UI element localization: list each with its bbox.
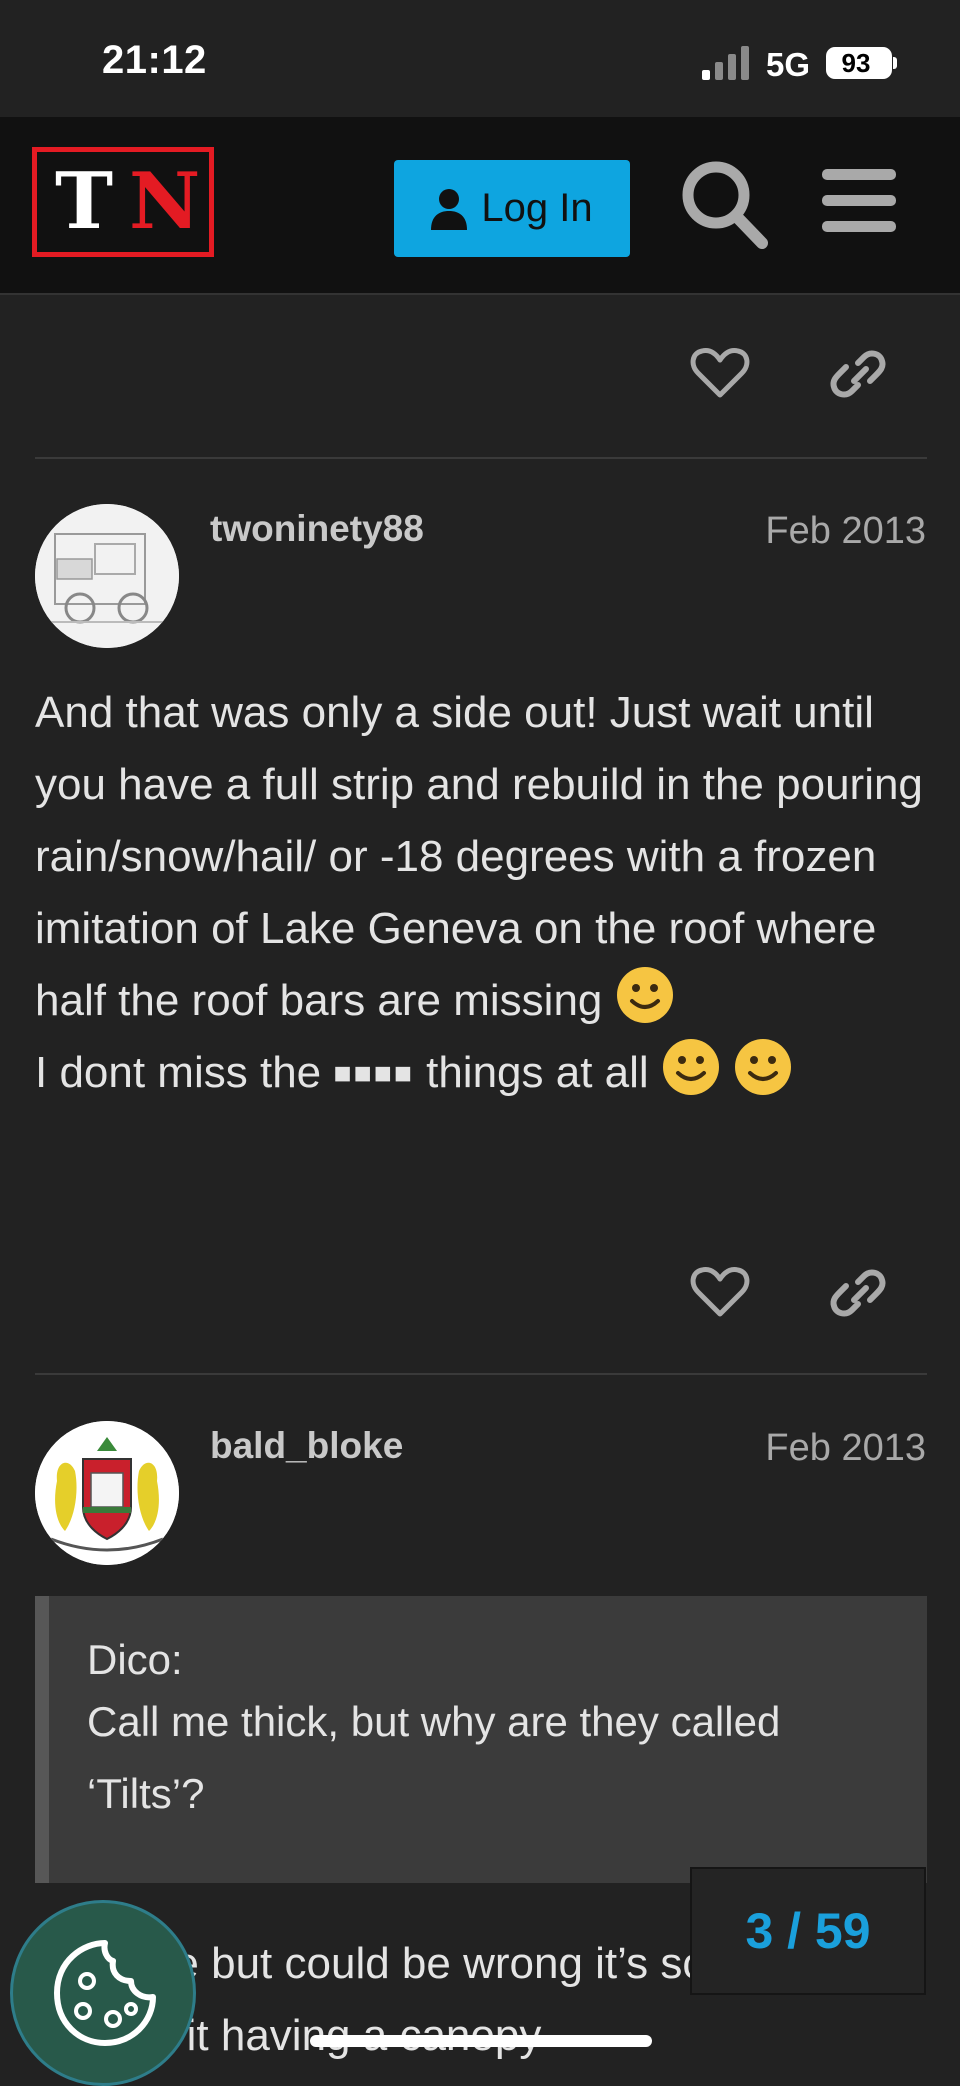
post-date[interactable]: Feb 2013	[765, 1427, 926, 1470]
post-divider	[35, 1373, 927, 1375]
clock: 21:12	[102, 38, 207, 82]
smile-emoji	[616, 967, 673, 1023]
battery-level: 93	[841, 48, 871, 78]
search-icon[interactable]	[680, 159, 768, 249]
avatar-bald-bloke[interactable]	[35, 1421, 179, 1565]
signal-icon	[702, 46, 749, 80]
heart-icon[interactable]	[690, 1262, 750, 1322]
battery-icon: 93	[826, 47, 892, 79]
quote-block: Dico: Call me thick, but why are they ca…	[35, 1596, 927, 1883]
post-position-counter[interactable]: 3 / 59	[690, 1867, 926, 1995]
logo-letter-n: N	[129, 156, 201, 247]
status-bar: 21:12 5G 93	[0, 0, 960, 117]
smile-emoji	[735, 1039, 792, 1095]
quote-author[interactable]: Dico:	[87, 1636, 183, 1684]
post-body: And that was only a side out! Just wait …	[35, 677, 935, 1110]
login-label: Log In	[481, 186, 593, 230]
site-header: T N Log In	[0, 117, 960, 295]
avatar-twoninety88[interactable]	[35, 504, 179, 648]
link-icon[interactable]	[828, 343, 888, 403]
battery-tip	[893, 57, 897, 69]
menu-icon[interactable]	[822, 169, 896, 233]
post-text: And that was only a side out! Just wait …	[35, 688, 923, 1025]
login-button[interactable]: Log In	[394, 160, 630, 257]
post-actions	[0, 1262, 960, 1332]
cookie-settings-button[interactable]	[10, 1900, 196, 2086]
link-icon[interactable]	[828, 1262, 888, 1322]
site-logo[interactable]: T N	[32, 147, 214, 257]
post-date[interactable]: Feb 2013	[765, 510, 926, 553]
person-icon	[431, 188, 468, 230]
post-text-line2-end: things at all	[426, 1048, 649, 1097]
cookie-icon	[54, 1940, 156, 2046]
post-actions	[0, 343, 960, 413]
post-username[interactable]: twoninety88	[210, 508, 424, 550]
home-indicator[interactable]	[310, 2035, 652, 2047]
censored-word: ■■■■	[333, 1057, 414, 1090]
logo-letter-t: T	[55, 156, 114, 247]
post-text-line2: I dont miss the	[35, 1048, 322, 1097]
post-username[interactable]: bald_bloke	[210, 1425, 403, 1467]
post-divider	[35, 457, 927, 459]
network-label: 5G	[766, 46, 811, 83]
smile-emoji	[662, 1039, 719, 1095]
heart-icon[interactable]	[690, 343, 750, 403]
quote-text: Call me thick, but why are they called ‘…	[87, 1698, 781, 1817]
